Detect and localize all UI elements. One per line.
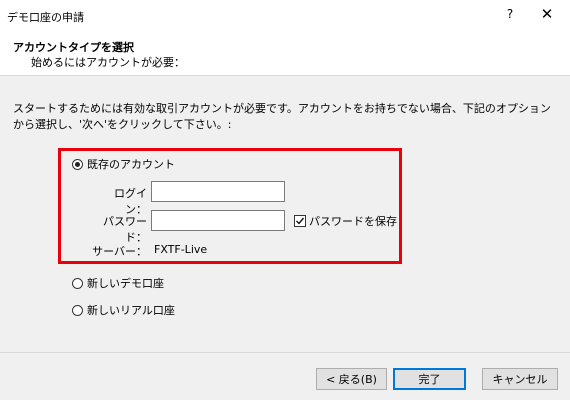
- radio-new-real-label: 新しいリアル口座: [87, 304, 175, 317]
- save-password-checkbox-row[interactable]: パスワードを保存: [294, 213, 397, 229]
- radio-button-checked[interactable]: [72, 158, 83, 170]
- back-button[interactable]: < 戻る(B): [316, 368, 387, 390]
- window-title: デモ口座の申請: [7, 11, 84, 24]
- password-label: パスワード：: [103, 215, 147, 244]
- close-button[interactable]: ✕: [535, 5, 559, 25]
- server-value: FXTF-Live: [154, 243, 208, 256]
- radio-button[interactable]: [72, 277, 83, 289]
- save-password-checkbox[interactable]: [294, 215, 306, 227]
- radio-new-real[interactable]: 新しいリアル口座: [72, 302, 175, 318]
- wizard-header: アカウントタイプを選択 始めるにはアカウントが必要：: [0, 30, 570, 76]
- radio-new-demo-label: 新しいデモ口座: [87, 277, 164, 290]
- cancel-button[interactable]: キャンセル: [482, 368, 558, 390]
- finish-button[interactable]: 完了: [393, 368, 466, 390]
- header-title: アカウントタイプを選択: [13, 41, 134, 54]
- radio-button[interactable]: [72, 304, 83, 316]
- header-subtitle: 始めるにはアカウントが必要：: [31, 56, 185, 69]
- radio-new-demo[interactable]: 新しいデモ口座: [72, 275, 164, 291]
- footer-divider: [0, 352, 570, 353]
- password-input[interactable]: [151, 210, 285, 231]
- instruction-text: スタートするためには有効な取引アカウントが必要です。アカウントをお持ちでない場合…: [13, 102, 551, 131]
- login-input[interactable]: [151, 181, 285, 202]
- server-label: サーバー：: [92, 245, 147, 258]
- radio-existing-label: 既存のアカウント: [87, 158, 175, 171]
- title-bar: デモ口座の申請 ? ✕: [0, 0, 570, 30]
- radio-existing-account[interactable]: 既存のアカウント: [72, 156, 175, 172]
- help-button[interactable]: ?: [502, 7, 518, 23]
- checkmark-icon: [296, 217, 305, 225]
- save-password-label: パスワードを保存: [309, 215, 397, 228]
